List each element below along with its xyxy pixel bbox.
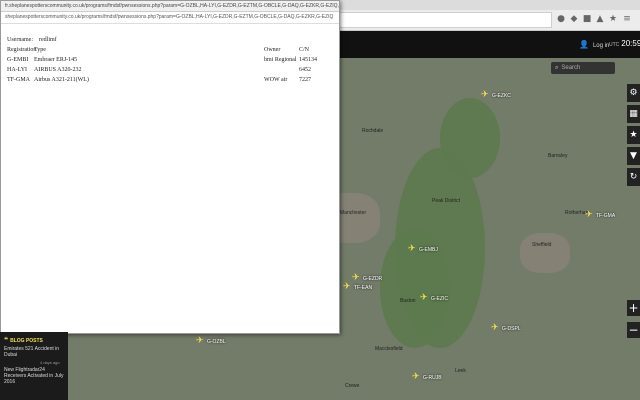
airplane-icon: ✈ bbox=[481, 90, 489, 100]
cell-cn: 6452 bbox=[299, 67, 311, 73]
cell-type: Embraer ERJ-145 bbox=[34, 57, 78, 63]
widgets-button[interactable]: ▦ bbox=[627, 105, 640, 123]
aircraft-marker[interactable]: ✈ TF-EAN bbox=[343, 282, 372, 292]
airplane-icon: ✈ bbox=[412, 372, 420, 382]
search-icon: ⌕ bbox=[555, 64, 559, 71]
aircraft-marker[interactable]: ✈ G-OZBL bbox=[196, 336, 226, 346]
aircraft-label: G-OZBL bbox=[207, 339, 226, 345]
aircraft-marker[interactable]: ✈ G-EMBJ bbox=[408, 244, 438, 254]
place-label: Leek bbox=[455, 368, 466, 374]
cell-type: Airbus A321-211(WL) bbox=[34, 77, 89, 83]
cell-owner: bmi Regional bbox=[264, 57, 297, 63]
place-label: Buxton bbox=[400, 298, 416, 304]
popup-url: sheplanespotterscommunity.co.uk/programs… bbox=[1, 12, 339, 24]
aircraft-marker[interactable]: ✈ G-EZIC bbox=[420, 293, 448, 303]
login-label: Log in bbox=[592, 43, 610, 49]
extension-icon[interactable]: ◆ bbox=[569, 14, 579, 24]
airplane-icon: ✈ bbox=[585, 210, 593, 220]
extension-icon[interactable]: ★ bbox=[608, 14, 618, 24]
popup-window[interactable]: fr.sheplanespotterscommunity.co.uk/progr… bbox=[0, 0, 340, 334]
star-icon: ★ bbox=[629, 130, 638, 140]
zoom-in-icon: + bbox=[628, 301, 639, 315]
extension-icon[interactable]: ▲ bbox=[595, 14, 605, 24]
filter-icon: ▼ bbox=[630, 151, 637, 161]
aircraft-marker[interactable]: ✈ TF-GMA bbox=[585, 210, 615, 220]
user-icon: 👤 bbox=[579, 40, 589, 49]
aircraft-label: TF-EAN bbox=[354, 285, 373, 291]
blog-post-link[interactable]: Emirates 521 Accident in Dubai bbox=[0, 344, 68, 360]
col-header: C/N bbox=[299, 47, 310, 53]
airplane-icon: ✈ bbox=[491, 323, 499, 333]
utc-clock: UTC 20:59 bbox=[609, 39, 640, 48]
place-label: Crewe bbox=[345, 383, 360, 389]
aircraft-label: G-EMBJ bbox=[419, 247, 438, 253]
blog-post-link[interactable]: New Flightradar24 Receivers Activated in… bbox=[0, 365, 68, 387]
airplane-icon: ✈ bbox=[408, 244, 416, 254]
gear-icon: ⚙ bbox=[629, 88, 638, 98]
aircraft-marker[interactable]: ✈ G-RUJB bbox=[412, 372, 442, 382]
col-header: Type bbox=[34, 47, 46, 53]
aircraft-label: G-DSPL bbox=[502, 326, 521, 332]
cell-owner: WOW air bbox=[264, 77, 288, 83]
cell-reg: TF-GMA bbox=[7, 77, 31, 83]
col-header: Owner bbox=[264, 47, 281, 53]
login-button[interactable]: 👤 Log in bbox=[579, 40, 609, 49]
zoom-out-icon: − bbox=[628, 323, 639, 337]
cell-cn: 145134 bbox=[299, 57, 317, 63]
utc-label: UTC bbox=[609, 42, 620, 48]
blog-heading: ❝ BLOG POSTS bbox=[0, 332, 68, 344]
zoom-in-button[interactable]: + bbox=[627, 300, 640, 316]
cell-reg: HA-LYI bbox=[7, 67, 28, 73]
aircraft-marker[interactable]: ✈ G-EZDR bbox=[352, 273, 382, 283]
quote-icon: ❝ bbox=[4, 336, 9, 344]
username-label: Username: bbox=[7, 37, 33, 43]
aircraft-marker[interactable]: ✈ G-EZKC bbox=[481, 90, 511, 100]
airplane-icon: ✈ bbox=[196, 336, 204, 346]
address-bar[interactable] bbox=[338, 12, 552, 28]
extension-icon[interactable]: ● bbox=[556, 14, 566, 24]
zoom-out-button[interactable]: − bbox=[627, 322, 640, 338]
place-label: Rochdale bbox=[362, 128, 384, 134]
favorites-button[interactable]: ★ bbox=[627, 126, 640, 144]
utc-time: 20:59 bbox=[621, 39, 640, 48]
search-placeholder: Search bbox=[561, 65, 581, 71]
green-area bbox=[440, 98, 500, 178]
cell-type: AIRBUS A320-232 bbox=[34, 67, 82, 73]
aircraft-label: G-RUJB bbox=[423, 375, 442, 381]
aircraft-label: TF-GMA bbox=[596, 213, 616, 219]
playback-icon: ↻ bbox=[629, 172, 638, 182]
place-label: Manchester bbox=[340, 210, 367, 216]
aircraft-label: G-EZDR bbox=[363, 276, 383, 282]
extension-icon[interactable]: ■ bbox=[582, 14, 592, 24]
airplane-icon: ✈ bbox=[352, 273, 360, 283]
popup-title: fr.sheplanespotterscommunity.co.uk/progr… bbox=[1, 1, 339, 12]
menu-icon[interactable]: ≡ bbox=[622, 14, 632, 24]
col-header: Registration bbox=[7, 47, 37, 53]
filter-button[interactable]: ▼ bbox=[627, 147, 640, 165]
cell-cn: 7227 bbox=[299, 77, 311, 83]
cell-reg: G-EMBI bbox=[7, 57, 29, 63]
blog-panel: ❝ BLOG POSTS Emirates 521 Accident in Dub… bbox=[0, 332, 68, 400]
airplane-icon: ✈ bbox=[343, 282, 351, 292]
urban-area bbox=[520, 233, 570, 273]
airplane-icon: ✈ bbox=[420, 293, 428, 303]
place-label: Macclesfield bbox=[375, 346, 403, 352]
grid-icon: ▦ bbox=[629, 109, 638, 119]
blog-heading-text: BLOG POSTS bbox=[10, 338, 43, 344]
aircraft-label: G-EZKC bbox=[492, 93, 511, 99]
map-search-input[interactable]: ⌕ Search bbox=[551, 62, 615, 74]
place-label: Peak District bbox=[432, 198, 461, 204]
username-value: redlimf bbox=[39, 37, 57, 43]
place-label: Barnsley bbox=[548, 153, 568, 159]
place-label: Sheffield bbox=[532, 242, 552, 248]
settings-button[interactable]: ⚙ bbox=[627, 84, 640, 102]
aircraft-label: G-EZIC bbox=[431, 296, 448, 302]
aircraft-marker[interactable]: ✈ G-DSPL bbox=[491, 323, 521, 333]
playback-button[interactable]: ↻ bbox=[627, 168, 640, 186]
